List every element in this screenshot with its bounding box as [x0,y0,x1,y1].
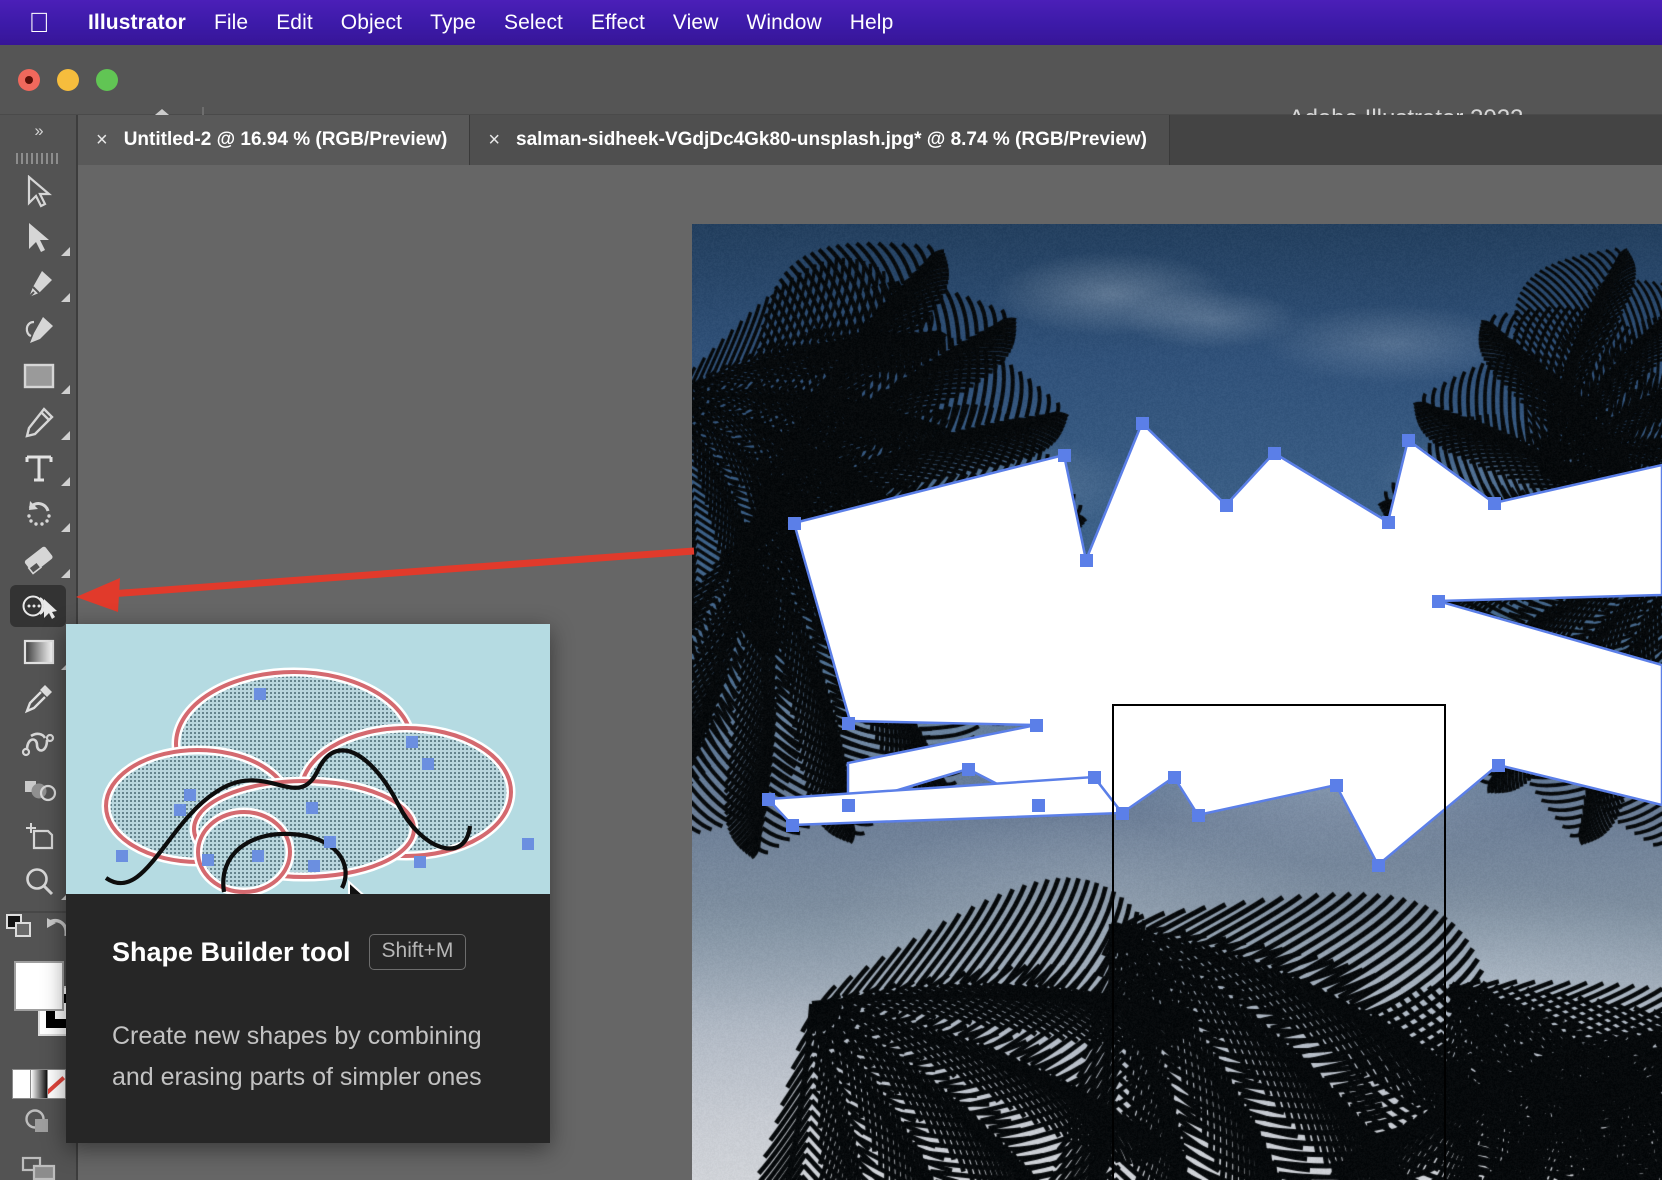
menu-item-select[interactable]: Select [490,11,577,35]
tooltip-shortcut-badge: Shift+M [369,934,467,970]
zoom-button[interactable] [96,69,118,91]
shape-builder-illustration [66,624,550,894]
expand-panel-button[interactable]: ›› [0,115,76,147]
flyout-indicator-icon[interactable] [61,247,70,256]
flyout-indicator-icon[interactable] [61,385,70,394]
rectangle-tool[interactable] [0,353,78,399]
tab-salman-sidheek-unsplash[interactable]: × salman-sidheek-VGdjDc4Gk80-unsplash.jp… [470,115,1170,165]
screen-mode-row[interactable] [0,1147,78,1180]
color-mode-buttons[interactable] [12,1069,66,1099]
star-lower-wedge[interactable] [768,777,1122,825]
close-icon[interactable]: × [96,130,108,150]
fill-swatch[interactable] [14,961,64,1011]
draw-normal-icon[interactable] [22,1106,56,1141]
pencil-tool[interactable] [0,399,78,445]
menu-item-object[interactable]: Object [327,11,416,35]
apple-logo-icon[interactable]:  [26,8,52,38]
type-tool[interactable] [0,445,78,491]
none-button[interactable] [47,1070,65,1098]
menu-item-effect[interactable]: Effect [577,11,659,35]
close-icon[interactable]: × [488,130,500,150]
tooltip-header: Shape Builder tool Shift+M [112,934,504,970]
tab-label: Untitled-2 @ 16.94 % (RGB/Preview) [124,129,448,151]
rotate-tool[interactable] [0,491,78,537]
menu-item-type[interactable]: Type [416,11,490,35]
tab-untitled-2[interactable]: × Untitled-2 @ 16.94 % (RGB/Preview) [78,115,470,165]
menu-item-help[interactable]: Help [836,11,908,35]
flyout-indicator-icon[interactable] [61,523,70,532]
menu-item-view[interactable]: View [659,11,733,35]
application-title-bar: Adobe Illustrator 2022 [0,45,1662,115]
flyout-indicator-icon[interactable] [61,569,70,578]
minimize-button[interactable] [57,69,79,91]
flyout-indicator-icon[interactable] [61,477,70,486]
selection-tool[interactable] [0,169,78,215]
menu-item-edit[interactable]: Edit [262,11,327,35]
menu-item-window[interactable]: Window [732,11,835,35]
gradient-button[interactable] [30,1070,48,1098]
mac-menu-bar:  Illustrator File Edit Object Type Sele… [0,0,1662,45]
color-button[interactable] [13,1070,30,1098]
menu-item-file[interactable]: File [200,11,262,35]
screen-mode-icon[interactable] [21,1156,57,1180]
direct-selection-tool[interactable] [0,215,78,261]
shape-builder-tool[interactable] [0,583,78,629]
document-tab-strip: × Untitled-2 @ 16.94 % (RGB/Preview) × s… [0,115,1662,165]
menu-item-illustrator[interactable]: Illustrator [74,11,200,35]
curvature-tool[interactable] [0,307,78,353]
pen-tool[interactable] [0,261,78,307]
close-button[interactable] [18,69,40,91]
change-screen-mode-icon[interactable] [5,913,35,946]
tooltip-body: Shape Builder tool Shift+M Create new sh… [66,894,550,1143]
tooltip-title: Shape Builder tool [112,937,351,968]
tool-tooltip: Shape Builder tool Shift+M Create new sh… [66,624,550,1143]
eraser-tool[interactable] [0,537,78,583]
panel-drag-handle[interactable] [0,147,76,169]
tab-strip-filler [1170,115,1662,165]
flyout-indicator-icon[interactable] [61,431,70,440]
tab-label: salman-sidheek-VGdjDc4Gk80-unsplash.jpg*… [516,129,1147,151]
tooltip-description: Create new shapes by combining and erasi… [112,1016,504,1097]
window-controls [18,69,118,91]
flyout-indicator-icon[interactable] [61,293,70,302]
